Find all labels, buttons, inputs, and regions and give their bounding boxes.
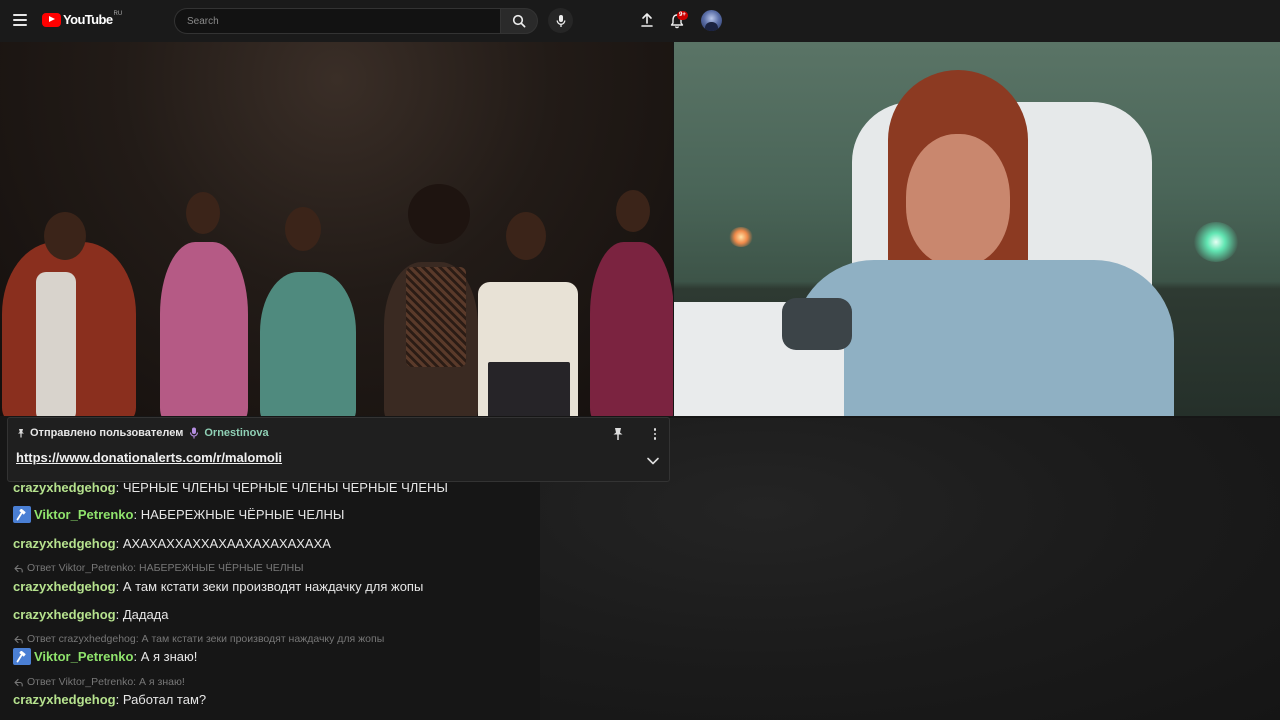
search-icon (512, 14, 526, 28)
chat-text: А там кстати зеки производят наждачку дл… (122, 579, 424, 594)
unpin-icon[interactable] (611, 427, 625, 441)
reply-reference-text: Ответ Viktor_Petrenko: А я знаю! (27, 676, 185, 688)
pinned-link[interactable]: https://www.donationalerts.com/r/malomol… (16, 450, 282, 465)
reply-icon (14, 635, 23, 644)
reply-icon (14, 564, 23, 573)
chat-author[interactable]: crazyxhedgehog (13, 579, 116, 594)
search-box (174, 8, 501, 34)
hammer-icon (16, 508, 26, 520)
chat-message: crazyxhedgehog: А там кстати зеки произв… (13, 579, 423, 594)
voice-search-button[interactable] (548, 8, 573, 33)
video-figure (406, 267, 466, 367)
chat-separator: : (133, 507, 141, 522)
reply-reference-text: Ответ crazyxhedgehog: А там кстати зеки … (27, 633, 385, 645)
pinned-by-label: Отправлено пользователем (30, 427, 184, 439)
video-figure-head (44, 212, 86, 260)
chevron-down-icon[interactable] (646, 456, 660, 466)
main-video-player[interactable] (0, 42, 673, 416)
chat-author[interactable]: crazyxhedgehog (13, 607, 116, 622)
chat-message: Viktor_Petrenko: НАБЕРЕЖНЫЕ ЧЁРНЫЕ ЧЕЛНЫ (13, 506, 344, 523)
chat-text: Дадада (122, 607, 169, 622)
chat-separator: : (133, 649, 141, 664)
upload-button[interactable] (638, 11, 656, 29)
video-figure-head (186, 192, 220, 234)
chat-separator: : (115, 536, 123, 551)
upload-icon (641, 13, 653, 27)
moderator-badge (13, 648, 31, 665)
wall-lamp-right (1194, 222, 1238, 262)
pin-icon (18, 429, 24, 438)
chat-message: crazyxhedgehog: АХАХАХХАХХАХААХАХАХАХАХА (13, 536, 331, 551)
chat-text: ЧЕРНЫЕ ЧЛЕНЫ ЧЕРНЫЕ ЧЛЕНЫ ЧЕРНЫЕ ЧЛЕНЫ (122, 480, 448, 495)
chat-author[interactable]: Viktor_Petrenko (34, 649, 133, 664)
chat-message: crazyxhedgehog: Работал там? (13, 692, 206, 707)
pinned-user-name[interactable]: Ornestinova (204, 427, 268, 439)
webcam-video[interactable] (674, 42, 1280, 416)
wall-lamp-left (729, 227, 753, 247)
chat-separator: : (115, 692, 123, 707)
chat-text: АХАХАХХАХХАХААХАХАХАХАХА (122, 536, 331, 551)
pinned-message: Отправлено пользователем Ornestinova htt… (7, 417, 670, 482)
reply-reference[interactable]: Ответ Viktor_Petrenko: А я знаю! (14, 676, 185, 688)
reply-reference[interactable]: Ответ Viktor_Petrenko: НАБЕРЕЖНЫЕ ЧЁРНЫЕ… (14, 562, 304, 574)
chat-author[interactable]: Viktor_Petrenko (34, 507, 133, 522)
chat-message: crazyxhedgehog: ЧЕРНЫЕ ЧЛЕНЫ ЧЕРНЫЕ ЧЛЕН… (13, 480, 448, 495)
live-chat: crazyxhedgehog: ЧЕРНЫЕ ЧЛЕНЫ ЧЕРНЫЕ ЧЛЕН… (0, 480, 680, 720)
video-figure-head (285, 207, 321, 251)
account-avatar[interactable] (701, 10, 722, 31)
more-options-icon[interactable] (648, 427, 662, 441)
reply-icon (14, 678, 23, 687)
video-figure (590, 242, 673, 416)
logo-region: RU (113, 10, 123, 17)
reply-reference-text: Ответ Viktor_Petrenko: НАБЕРЕЖНЫЕ ЧЁРНЫЕ… (27, 562, 304, 574)
video-figure-head (408, 184, 470, 244)
reply-reference[interactable]: Ответ crazyxhedgehog: А там кстати зеки … (14, 633, 384, 645)
video-figure-head (616, 190, 650, 232)
youtube-logo[interactable]: YouTube RU (42, 10, 123, 27)
video-figure (260, 272, 356, 416)
notification-count-badge: 9+ (677, 11, 688, 20)
chat-separator: : (115, 607, 123, 622)
chat-separator: : (115, 579, 123, 594)
chat-text: Работал там? (122, 692, 207, 707)
microphone-icon (190, 427, 199, 439)
chat-message: crazyxhedgehog: Дадада (13, 607, 169, 622)
menu-icon[interactable] (13, 14, 27, 26)
video-figure (160, 242, 248, 416)
streamer-face (906, 134, 1010, 266)
chat-separator: : (115, 480, 123, 495)
hammer-icon (16, 650, 26, 662)
pinned-header: Отправлено пользователем Ornestinova (16, 427, 269, 439)
logo-text: YouTube (63, 12, 113, 27)
chat-text: А я знаю! (140, 649, 198, 664)
moderator-badge (13, 506, 31, 523)
chat-author[interactable]: crazyxhedgehog (13, 480, 116, 495)
search-button[interactable] (500, 8, 538, 34)
chat-message: Viktor_Petrenko: А я знаю! (13, 648, 197, 665)
microphone-head (782, 298, 852, 350)
chat-text: НАБЕРЕЖНЫЕ ЧЁРНЫЕ ЧЕЛНЫ (140, 507, 345, 522)
microphone-icon (556, 14, 565, 27)
chat-author[interactable]: crazyxhedgehog (13, 536, 116, 551)
search-input[interactable] (185, 9, 489, 33)
youtube-play-icon (42, 12, 61, 27)
video-figure (36, 272, 76, 416)
top-bar: YouTube RU 9+ (0, 0, 1280, 42)
video-figure-head (506, 212, 546, 260)
chat-author[interactable]: crazyxhedgehog (13, 692, 116, 707)
video-figure (488, 362, 570, 416)
